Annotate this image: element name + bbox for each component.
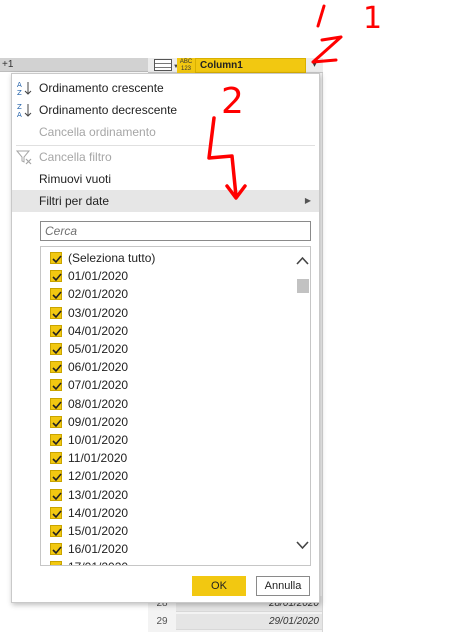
annotation-number-1: 1 — [363, 1, 382, 36]
annotation-number-2: 2 — [221, 81, 244, 122]
annotation-arrow-1 — [311, 4, 343, 64]
red-annotations: 1 2 — [207, 1, 382, 200]
power-query-editor: +1 ▼ ABC 123 Column1 ▾ 28 28/01/2020 29 2… — [0, 0, 474, 632]
annotation-arrow-2 — [207, 116, 247, 200]
